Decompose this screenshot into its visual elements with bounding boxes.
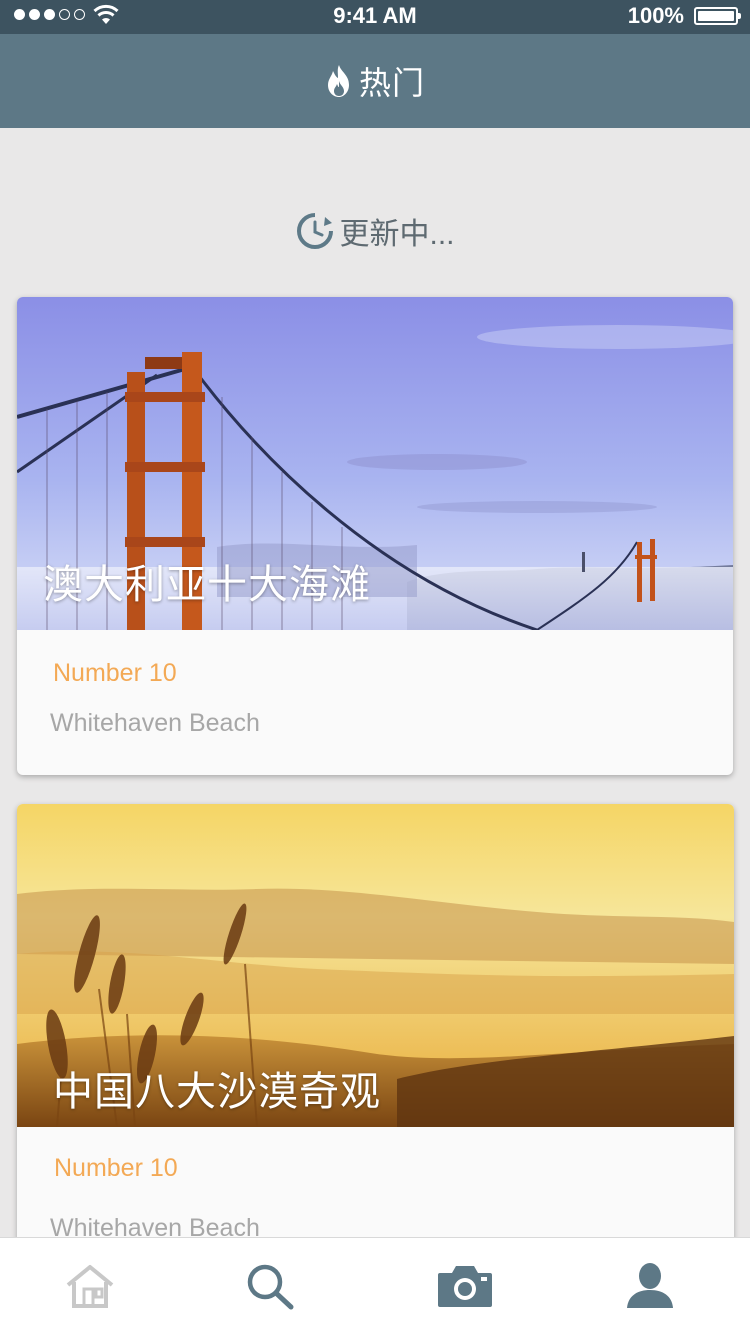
flame-icon <box>327 65 349 97</box>
home-icon <box>66 1265 114 1308</box>
card-title: 中国八大沙漠奇观 <box>53 1070 381 1114</box>
tab-profile[interactable] <box>590 1238 710 1334</box>
tab-home[interactable] <box>30 1238 150 1334</box>
status-bar: 9:41 AM 100% <box>0 0 750 34</box>
article-card[interactable]: 澳大利亚十大海滩 Number 10 Whitehaven Beach <box>17 297 733 775</box>
article-card[interactable]: 中国八大沙漠奇观 Number 10 Whitehaven Beach <box>17 804 734 1284</box>
battery-percentage: 100% <box>627 3 684 28</box>
page-title: 热门 <box>358 65 425 101</box>
tab-bar <box>0 1237 750 1334</box>
battery-icon <box>694 7 741 25</box>
card-image-desert-sunset-hills: 中国八大沙漠奇观 <box>17 804 734 1127</box>
card-subtitle: Number 10 <box>53 659 177 687</box>
navigation-bar: 热门 <box>0 34 750 128</box>
card-caption: Whitehaven Beach <box>50 709 260 737</box>
refresh-clock-icon <box>297 213 334 249</box>
card-subtitle: Number 10 <box>54 1154 178 1182</box>
refresh-label: 更新中... <box>339 218 455 251</box>
card-title: 澳大利亚十大海滩 <box>43 563 371 607</box>
tab-search[interactable] <box>210 1238 330 1334</box>
profile-icon <box>627 1263 673 1308</box>
tab-camera[interactable] <box>405 1238 525 1334</box>
camera-icon <box>438 1266 492 1307</box>
card-image-golden-gate-bridge: 澳大利亚十大海滩 <box>17 297 733 630</box>
refresh-indicator: 更新中... <box>0 208 750 254</box>
search-icon <box>247 1264 294 1310</box>
